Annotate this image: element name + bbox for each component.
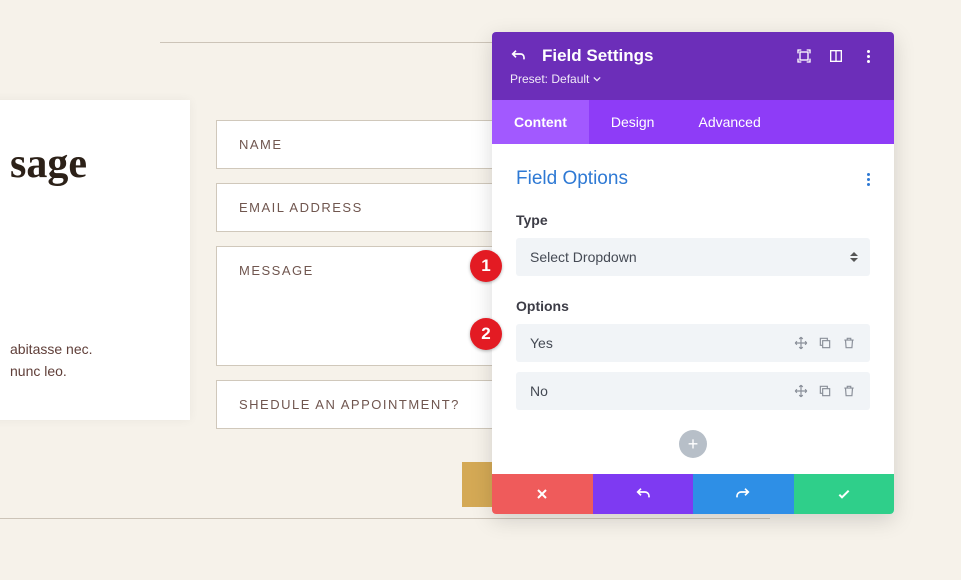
panel-title: Field Settings [542, 46, 780, 66]
layout-icon[interactable] [828, 48, 844, 64]
option-row: No [516, 372, 870, 410]
duplicate-icon[interactable] [818, 336, 832, 350]
field-settings-panel: Field Settings Preset: Default Content D… [492, 32, 894, 514]
preset-label: Preset: Default [510, 72, 589, 86]
delete-icon[interactable] [842, 336, 856, 350]
callout-badge-1: 1 [470, 250, 502, 282]
save-button[interactable] [794, 474, 895, 514]
panel-footer [492, 474, 894, 514]
option-label: No [530, 383, 548, 399]
move-icon[interactable] [794, 384, 808, 398]
cancel-button[interactable] [492, 474, 593, 514]
option-row: Yes [516, 324, 870, 362]
type-select[interactable]: Select Dropdown [516, 238, 870, 276]
more-icon[interactable] [860, 48, 876, 64]
callout-badge-2: 2 [470, 318, 502, 350]
panel-header: Field Settings Preset: Default [492, 32, 894, 100]
option-label: Yes [530, 335, 553, 351]
intro-card: sage abitasse nec. nunc leo. [0, 100, 190, 420]
page-title: sage [10, 140, 160, 188]
divider-bottom [0, 518, 770, 519]
move-icon[interactable] [794, 336, 808, 350]
undo-button[interactable] [593, 474, 694, 514]
back-icon[interactable] [510, 48, 526, 64]
delete-icon[interactable] [842, 384, 856, 398]
redo-button[interactable] [693, 474, 794, 514]
add-option-button[interactable]: + [679, 430, 707, 458]
tab-content[interactable]: Content [492, 100, 589, 144]
options-label: Options [516, 298, 870, 314]
body-text-1: abitasse nec. [10, 341, 93, 357]
preset-selector[interactable]: Preset: Default [510, 72, 601, 86]
tab-design[interactable]: Design [589, 100, 677, 144]
tab-advanced[interactable]: Advanced [676, 100, 782, 144]
panel-tabs: Content Design Advanced [492, 100, 894, 144]
type-value: Select Dropdown [530, 249, 637, 265]
type-label: Type [516, 212, 870, 228]
section-more-icon[interactable] [867, 173, 870, 186]
expand-icon[interactable] [796, 48, 812, 64]
duplicate-icon[interactable] [818, 384, 832, 398]
body-text-2: nunc leo. [10, 363, 67, 379]
section-title: Field Options [516, 168, 628, 190]
select-caret-icon [850, 252, 858, 262]
